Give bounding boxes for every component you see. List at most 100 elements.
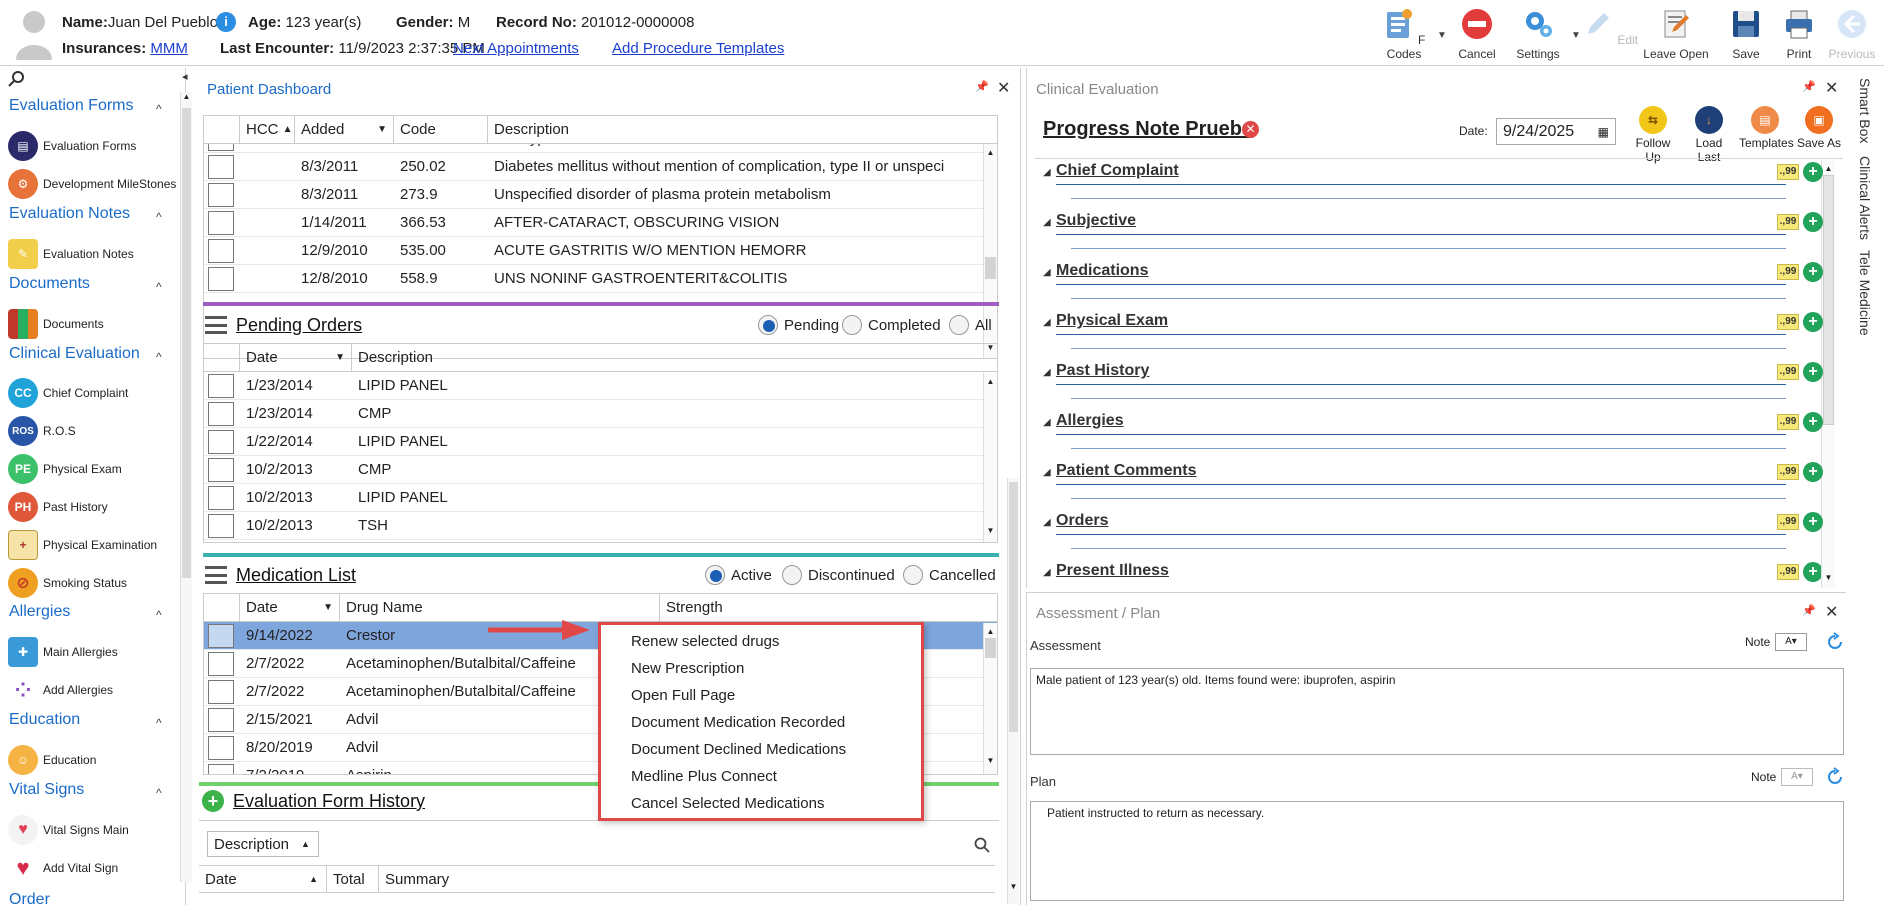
quote-icon[interactable]: .,99 — [1777, 514, 1799, 530]
filter-cancelled[interactable]: Cancelled — [903, 565, 996, 585]
pin-icon[interactable]: 📌 — [1802, 604, 1816, 617]
quote-icon[interactable]: .,99 — [1777, 564, 1799, 580]
save-button[interactable]: Save — [1716, 6, 1776, 64]
edit-button[interactable]: Edit — [1580, 6, 1640, 64]
menu-item-open-full-page[interactable]: Open Full Page — [631, 687, 735, 704]
chevron-up-icon[interactable]: ^ — [156, 716, 162, 730]
tab-clinical-alerts[interactable]: Clinical Alerts — [1857, 156, 1873, 240]
sidebar-item-add-allergies[interactable]: ⁘ Add Allergies — [8, 673, 113, 707]
row-checkbox[interactable] — [208, 373, 234, 398]
filter-pending[interactable]: Pending — [758, 315, 839, 335]
menu-icon[interactable] — [205, 316, 227, 334]
form-history-title[interactable]: Evaluation Form History — [233, 791, 425, 812]
row-checkbox[interactable] — [208, 144, 234, 151]
column-date[interactable]: Date ▼ — [240, 594, 340, 622]
note-title[interactable]: Progress Note Prueba — [1043, 118, 1253, 141]
filter-completed[interactable]: Completed — [842, 315, 941, 335]
row-checkbox[interactable] — [208, 763, 234, 774]
quote-icon[interactable]: .,99 — [1777, 364, 1799, 380]
sidebar-item-development-milestones[interactable]: ⚙ Development MileStones — [8, 167, 176, 201]
medication-list-title[interactable]: Medication List — [236, 565, 356, 586]
medication-scrollbar[interactable]: ▲ ▼ — [983, 623, 997, 774]
sidebar-item-past-history[interactable]: PH Past History — [8, 490, 108, 524]
quote-icon[interactable]: .,99 — [1777, 464, 1799, 480]
sidebar-group-documents[interactable]: Documents — [9, 275, 90, 293]
column-code[interactable]: Code — [394, 116, 488, 144]
load-last-button[interactable]: ↓ Load Last — [1683, 106, 1735, 164]
quote-icon[interactable]: .,99 — [1777, 214, 1799, 230]
add-icon[interactable]: + — [1803, 512, 1823, 532]
column-hcc[interactable]: HCC ▲ — [240, 116, 295, 144]
row-checkbox[interactable] — [208, 401, 234, 426]
pending-orders-title[interactable]: Pending Orders — [236, 315, 362, 336]
column-date[interactable]: Date ▲ — [199, 865, 327, 893]
chevron-up-icon[interactable]: ^ — [156, 350, 162, 364]
sidebar-item-main-allergies[interactable]: ✚ Main Allergies — [8, 635, 118, 669]
chevron-up-icon[interactable]: ^ — [156, 102, 162, 116]
next-appointments-link[interactable]: Next Appointments — [453, 40, 579, 57]
column-total[interactable]: Total — [327, 865, 379, 893]
add-icon[interactable]: + — [1803, 212, 1823, 232]
sidebar-item-physical-examination[interactable]: + Physical Examination — [8, 528, 157, 562]
chevron-up-icon[interactable]: ^ — [156, 210, 162, 224]
search-icon[interactable] — [8, 70, 26, 88]
tab-smart-box[interactable]: Smart Box — [1857, 78, 1873, 143]
date-field[interactable]: 9/24/2025 ▦ — [1496, 118, 1616, 145]
section-allergies[interactable]: ◢ Allergies .,99 + — [1041, 410, 1823, 460]
add-icon[interactable]: + — [1803, 162, 1823, 182]
add-icon[interactable]: + — [1803, 362, 1823, 382]
previous-button[interactable]: Previous — [1822, 6, 1882, 64]
chevron-up-icon[interactable]: ^ — [156, 280, 162, 294]
menu-item-medline-plus-connect[interactable]: Medline Plus Connect — [631, 768, 777, 785]
sidebar-item-vital-signs-main[interactable]: ♥ Vital Signs Main — [8, 813, 129, 847]
table-row[interactable]: 10/2/2013 CMP — [204, 456, 997, 484]
table-row[interactable]: 8/3/2011 273.9 Unspecified disorder of p… — [204, 181, 984, 209]
pending-orders-scrollbar[interactable]: ▲ ▼ — [983, 373, 997, 542]
chevron-up-icon[interactable]: ^ — [156, 786, 162, 800]
filter-active[interactable]: Active — [705, 565, 772, 585]
search-icon[interactable] — [974, 837, 990, 853]
row-checkbox[interactable] — [208, 651, 234, 676]
row-checkbox[interactable] — [208, 182, 234, 207]
sidebar-item-documents[interactable]: Documents — [8, 307, 104, 341]
add-procedure-templates-link[interactable]: Add Procedure Templates — [612, 40, 784, 57]
section-subjective[interactable]: ◢ Subjective .,99 + — [1041, 210, 1823, 260]
sidebar-group-evaluation-notes[interactable]: Evaluation Notes — [9, 205, 130, 223]
row-checkbox[interactable] — [208, 707, 234, 732]
section-medications[interactable]: ◢ Medications .,99 + — [1041, 260, 1823, 310]
dashboard-scrollbar[interactable]: ▼ — [1007, 478, 1019, 904]
row-checkbox[interactable] — [208, 238, 234, 263]
section-chief-complaint[interactable]: ◢ Chief Complaint .,99 + — [1041, 160, 1823, 210]
row-checkbox[interactable] — [208, 429, 234, 454]
follow-up-button[interactable]: ⇆ Follow Up — [1627, 106, 1679, 164]
table-row[interactable]: 12/8/2010 558.9 UNS NONINF GASTROENTERIT… — [204, 265, 984, 293]
leave-open-button[interactable]: Leave Open — [1643, 6, 1709, 64]
assessment-textarea[interactable]: Male patient of 123 year(s) old. Items f… — [1030, 668, 1844, 755]
filter-discontinued[interactable]: Discontinued — [782, 565, 895, 585]
calendar-icon[interactable]: ▦ — [1598, 125, 1609, 139]
plan-textarea[interactable]: Patient instructed to return as necessar… — [1030, 801, 1844, 901]
pin-icon[interactable]: 📌 — [1802, 80, 1816, 93]
sidebar-group-clinical-evaluation[interactable]: Clinical Evaluation — [9, 345, 140, 363]
sidebar-item-smoking-status[interactable]: ⊘ Smoking Status — [8, 566, 127, 600]
menu-item-document-medication-recorded[interactable]: Document Medication Recorded — [631, 714, 845, 731]
add-icon[interactable]: + — [1803, 312, 1823, 332]
section-patient-comments[interactable]: ◢ Patient Comments .,99 + — [1041, 460, 1823, 510]
sidebar-item-add-vital-sign[interactable]: ♥ Add Vital Sign — [8, 851, 118, 885]
sidebar-group-allergies[interactable]: Allergies — [9, 603, 70, 621]
table-row[interactable]: 1/23/2014 CMP — [204, 400, 997, 428]
column-description[interactable]: Description — [352, 344, 997, 372]
refresh-icon[interactable] — [1825, 767, 1845, 787]
menu-icon[interactable] — [205, 566, 227, 584]
save-as-button[interactable]: ▣ Save As — [1793, 106, 1845, 150]
row-checkbox[interactable] — [208, 154, 234, 179]
remove-note-icon[interactable]: ✕ — [1242, 121, 1259, 138]
column-strength[interactable]: Strength — [660, 594, 997, 622]
print-button[interactable]: Print — [1769, 6, 1829, 64]
add-icon[interactable]: + — [1803, 412, 1823, 432]
sidebar-item-chief-complaint[interactable]: CC Chief Complaint — [8, 376, 128, 410]
sidebar-group-order[interactable]: Order — [9, 891, 50, 905]
section-present-illness[interactable]: ◢ Present Illness .,99 + — [1041, 560, 1821, 584]
table-row[interactable]: 1/23/2014 LIPID PANEL — [204, 372, 997, 400]
section-past-history[interactable]: ◢ Past History .,99 + — [1041, 360, 1823, 410]
